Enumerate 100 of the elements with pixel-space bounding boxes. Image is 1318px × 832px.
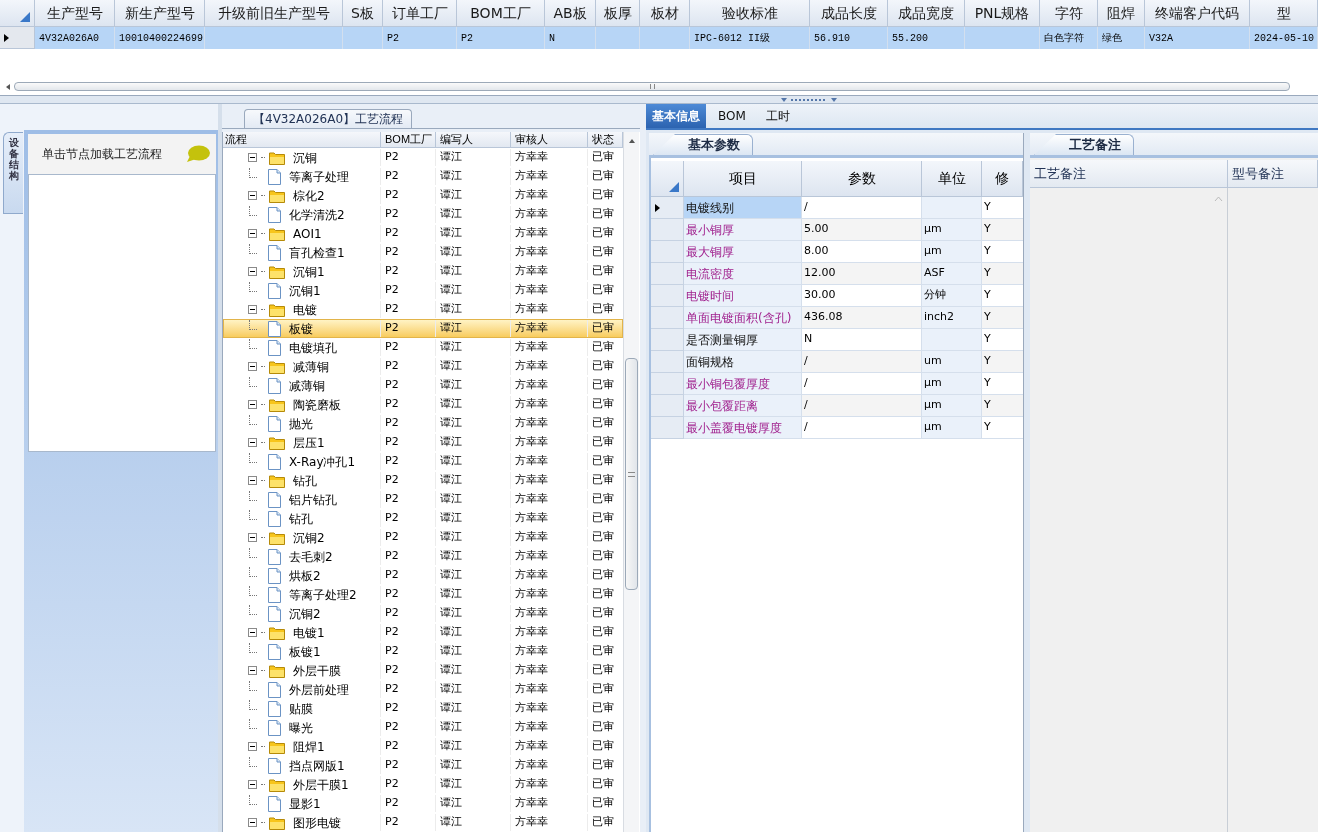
tree-row[interactable]: 化学清洗2 P2 谭江 方幸幸 已审 bbox=[223, 205, 623, 224]
table-cell[interactable]: 最小铜包覆厚度 bbox=[684, 373, 802, 395]
table-cell[interactable]: 最小盖覆电镀厚度 bbox=[684, 417, 802, 439]
column-header[interactable]: 阻焊 bbox=[1098, 0, 1145, 27]
collapse-icon[interactable] bbox=[248, 438, 257, 447]
tree-row[interactable]: 层压1 P2 谭江 方幸幸 已审 bbox=[223, 433, 623, 452]
tree-row[interactable]: 棕化2 P2 谭江 方幸幸 已审 bbox=[223, 186, 623, 205]
tree-row[interactable]: 等离子处理2 P2 谭江 方幸幸 已审 bbox=[223, 585, 623, 604]
tree-row[interactable]: 曝光 P2 谭江 方幸幸 已审 bbox=[223, 718, 623, 737]
tree-row[interactable]: 抛光 P2 谭江 方幸幸 已审 bbox=[223, 414, 623, 433]
collapse-icon[interactable] bbox=[248, 476, 257, 485]
tab[interactable]: 工时 bbox=[757, 104, 798, 128]
tree-row[interactable]: 陶瓷磨板 P2 谭江 方幸幸 已审 bbox=[223, 395, 623, 414]
column-header[interactable]: AB板 bbox=[545, 0, 596, 27]
tree-row[interactable]: 钻孔 P2 谭江 方幸幸 已审 bbox=[223, 509, 623, 528]
column-header[interactable]: 流程 bbox=[223, 132, 381, 148]
tree-row[interactable]: X-Ray冲孔1 P2 谭江 方幸幸 已审 bbox=[223, 452, 623, 471]
tree-row[interactable]: 沉铜2 P2 谭江 方幸幸 已审 bbox=[223, 528, 623, 547]
tree-row[interactable]: AOI1 P2 谭江 方幸幸 已审 bbox=[223, 224, 623, 243]
tree-row[interactable]: 等离子处理 P2 谭江 方幸幸 已审 bbox=[223, 167, 623, 186]
table-cell[interactable]: 最小包覆距离 bbox=[684, 395, 802, 417]
column-header[interactable]: 型 bbox=[1250, 0, 1318, 27]
splitter-grip-icon[interactable] bbox=[781, 97, 837, 103]
table-cell[interactable]: 电镀线别 bbox=[684, 197, 802, 219]
column-header[interactable]: 升级前旧生产型号 bbox=[205, 0, 343, 27]
collapse-icon[interactable] bbox=[248, 818, 257, 827]
tree-row[interactable]: 沉铜2 P2 谭江 方幸幸 已审 bbox=[223, 604, 623, 623]
tree-row[interactable]: 外层干膜 P2 谭江 方幸幸 已审 bbox=[223, 661, 623, 680]
table-cell[interactable]: 面铜规格 bbox=[684, 351, 802, 373]
section-tab[interactable]: 工艺备注 bbox=[1034, 134, 1134, 155]
tree-row[interactable]: 沉铜 P2 谭江 方幸幸 已审 bbox=[223, 148, 623, 167]
collapse-icon[interactable] bbox=[248, 153, 257, 162]
table-cell[interactable]: 是否测量铜厚 bbox=[684, 329, 802, 351]
column-header[interactable]: 型号备注 bbox=[1228, 160, 1318, 188]
column-header[interactable]: 成品宽度 bbox=[888, 0, 965, 27]
collapse-icon[interactable] bbox=[248, 666, 257, 675]
section-tab[interactable]: 基本参数 bbox=[653, 134, 753, 155]
column-header[interactable]: 字符 bbox=[1040, 0, 1098, 27]
table-row[interactable]: 4V32A026A0 10010400224699 P2 P2 N IPC-6012 II级 56.910 55.200 白色字符 绿色 V32A 2024-05-10 bbox=[0, 27, 1318, 49]
tree-row[interactable]: 铝片钻孔 P2 谭江 方幸幸 已审 bbox=[223, 490, 623, 509]
tree-row[interactable]: 电镀填孔 P2 谭江 方幸幸 已审 bbox=[223, 338, 623, 357]
tree-row[interactable]: 贴膜 P2 谭江 方幸幸 已审 bbox=[223, 699, 623, 718]
collapse-icon[interactable] bbox=[248, 229, 257, 238]
column-header[interactable]: 终端客户代码 bbox=[1145, 0, 1250, 27]
column-header[interactable]: 工艺备注 bbox=[1030, 160, 1228, 188]
collapse-icon[interactable] bbox=[248, 362, 257, 371]
tree-row[interactable]: 板镀 P2 谭江 方幸幸 已审 bbox=[223, 319, 623, 338]
column-header[interactable]: 板厚 bbox=[596, 0, 640, 27]
column-header[interactable]: 审核人 bbox=[511, 132, 588, 148]
column-header[interactable]: 编写人 bbox=[436, 132, 511, 148]
tree-row[interactable]: 盲孔检查1 P2 谭江 方幸幸 已审 bbox=[223, 243, 623, 262]
tree-row[interactable]: 挡点网版1 P2 谭江 方幸幸 已审 bbox=[223, 756, 623, 775]
collapse-icon[interactable] bbox=[248, 780, 257, 789]
tree-row[interactable]: 外层前处理 P2 谭江 方幸幸 已审 bbox=[223, 680, 623, 699]
column-header[interactable]: 新生产型号 bbox=[115, 0, 205, 27]
vertical-scrollbar[interactable] bbox=[623, 132, 639, 832]
side-tab[interactable]: 设备结构 bbox=[3, 132, 23, 214]
column-header[interactable]: BOM工厂 bbox=[457, 0, 545, 27]
collapse-icon[interactable] bbox=[248, 400, 257, 409]
collapse-icon[interactable] bbox=[248, 305, 257, 314]
tree-row[interactable]: 外层干膜1 P2 谭江 方幸幸 已审 bbox=[223, 775, 623, 794]
column-header[interactable]: 项目 bbox=[684, 161, 802, 197]
tab[interactable]: BOM bbox=[710, 104, 754, 128]
column-header[interactable]: 订单工厂 bbox=[383, 0, 457, 27]
tree-row[interactable]: 沉铜1 P2 谭江 方幸幸 已审 bbox=[223, 262, 623, 281]
column-header[interactable]: 修 bbox=[982, 161, 1023, 197]
row-header[interactable] bbox=[651, 197, 684, 219]
column-header[interactable]: S板 bbox=[343, 0, 383, 27]
collapse-icon[interactable] bbox=[248, 191, 257, 200]
column-header[interactable]: 成品长度 bbox=[810, 0, 888, 27]
tab[interactable]: 基本信息 bbox=[646, 104, 706, 128]
column-header[interactable]: 验收标准 bbox=[690, 0, 810, 27]
tree-row[interactable]: 图形电镀 P2 谭江 方幸幸 已审 bbox=[223, 813, 623, 832]
table-cell[interactable]: 单面电镀面积(含孔) bbox=[684, 307, 802, 329]
collapse-icon[interactable] bbox=[248, 533, 257, 542]
tree-row[interactable]: 减薄铜 P2 谭江 方幸幸 已审 bbox=[223, 376, 623, 395]
table-cell[interactable]: 最小铜厚 bbox=[684, 219, 802, 241]
collapse-icon[interactable] bbox=[248, 267, 257, 276]
column-header[interactable]: 板材 bbox=[640, 0, 690, 27]
table-cell[interactable]: 最大铜厚 bbox=[684, 241, 802, 263]
table-cell[interactable]: 电流密度 bbox=[684, 263, 802, 285]
column-header[interactable]: 单位 bbox=[922, 161, 982, 197]
tree-row[interactable]: 电镀 P2 谭江 方幸幸 已审 bbox=[223, 300, 623, 319]
tree-row[interactable]: 显影1 P2 谭江 方幸幸 已审 bbox=[223, 794, 623, 813]
table-cell[interactable]: 电镀时间 bbox=[684, 285, 802, 307]
tree-row[interactable]: 阻焊1 P2 谭江 方幸幸 已审 bbox=[223, 737, 623, 756]
collapse-icon[interactable] bbox=[248, 742, 257, 751]
tree-row[interactable]: 减薄铜 P2 谭江 方幸幸 已审 bbox=[223, 357, 623, 376]
column-header[interactable]: BOM工厂 bbox=[381, 132, 436, 148]
column-header[interactable]: 参数 bbox=[802, 161, 922, 197]
tree-row[interactable]: 烘板2 P2 谭江 方幸幸 已审 bbox=[223, 566, 623, 585]
column-header[interactable]: 生产型号 bbox=[35, 0, 115, 27]
collapse-icon[interactable] bbox=[248, 628, 257, 637]
tree-row[interactable]: 电镀1 P2 谭江 方幸幸 已审 bbox=[223, 623, 623, 642]
tree-row[interactable]: 钻孔 P2 谭江 方幸幸 已审 bbox=[223, 471, 623, 490]
column-header[interactable]: 状态 bbox=[588, 132, 623, 148]
tree-row[interactable]: 板镀1 P2 谭江 方幸幸 已审 bbox=[223, 642, 623, 661]
column-header[interactable]: PNL规格 bbox=[965, 0, 1040, 27]
tree-row[interactable]: 去毛刺2 P2 谭江 方幸幸 已审 bbox=[223, 547, 623, 566]
tree-row[interactable]: 沉铜1 P2 谭江 方幸幸 已审 bbox=[223, 281, 623, 300]
